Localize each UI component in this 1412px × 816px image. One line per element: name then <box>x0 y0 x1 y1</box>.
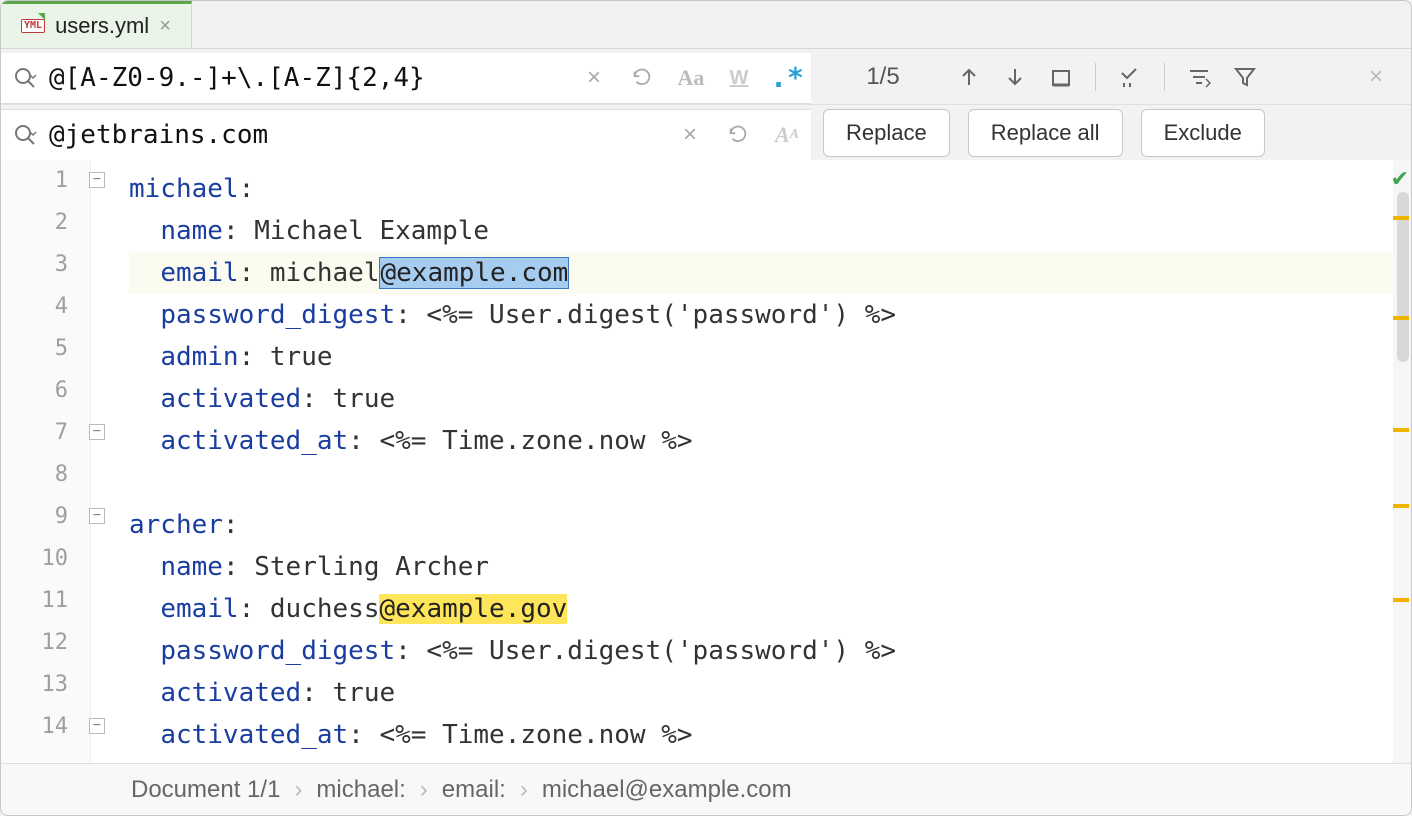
line-number: 7 <box>1 420 90 462</box>
tab-bar: YML users.yml × <box>1 1 1411 49</box>
match-marker[interactable] <box>1393 316 1409 320</box>
replace-all-button[interactable]: Replace all <box>968 109 1123 157</box>
filter-icon[interactable] <box>1225 57 1265 97</box>
code-line[interactable]: michael: <box>129 168 1411 210</box>
code-line[interactable]: name: Michael Example <box>129 210 1411 252</box>
line-number: 1 <box>1 168 90 210</box>
find-bar: × Aa W .* 1/5 × <box>1 49 1411 105</box>
code-line[interactable]: password_digest: <%= User.digest('passwo… <box>129 294 1411 336</box>
chevron-right-icon: › <box>520 776 528 804</box>
find-input[interactable] <box>49 53 571 103</box>
match-marker[interactable] <box>1393 504 1409 508</box>
code-line[interactable]: admin: true <box>129 336 1411 378</box>
yml-file-icon: YML <box>21 19 45 33</box>
line-number: 4 <box>1 294 90 336</box>
breadcrumb-item[interactable]: email: <box>442 776 506 804</box>
line-number: 9 <box>1 504 90 546</box>
chevron-right-icon: › <box>294 776 302 804</box>
editor-window: YML users.yml × × Aa W .* 1/5 <box>0 0 1412 816</box>
whole-word-icon[interactable]: W <box>715 53 763 103</box>
line-number: 3 <box>1 252 90 294</box>
search-history-icon[interactable] <box>618 53 666 103</box>
line-number: 8 <box>1 462 90 504</box>
breadcrumb-item[interactable]: michael@example.com <box>542 776 792 804</box>
breadcrumb-item[interactable]: michael: <box>316 776 405 804</box>
line-number: 12 <box>1 630 90 672</box>
find-toolbar: 1/5 × <box>811 49 1411 104</box>
close-tab-icon[interactable]: × <box>159 15 171 38</box>
line-number: 10 <box>1 546 90 588</box>
replace-input[interactable] <box>49 110 667 160</box>
inspection-ok-icon: ✔ <box>1391 166 1409 192</box>
regex-icon[interactable]: .* <box>763 53 811 103</box>
fold-handle[interactable]: − <box>89 508 105 524</box>
code-line[interactable]: archer: <box>129 504 1411 546</box>
chevron-right-icon: › <box>420 776 428 804</box>
fold-handle[interactable]: − <box>89 718 105 734</box>
code-line[interactable]: email: duchess@example.gov <box>129 588 1411 630</box>
line-number: 5 <box>1 336 90 378</box>
close-find-bar-icon[interactable]: × <box>1353 63 1399 91</box>
exclude-button[interactable]: Exclude <box>1141 109 1265 157</box>
clear-find-icon[interactable]: × <box>571 64 617 92</box>
line-number: 2 <box>1 210 90 252</box>
preserve-case-icon[interactable]: AA <box>763 110 811 160</box>
replace-search-icon <box>13 123 37 147</box>
match-case-icon[interactable]: Aa <box>667 53 715 103</box>
marker-bar: ✔ <box>1393 160 1411 763</box>
line-number: 13 <box>1 672 90 714</box>
replace-bar: × AA Replace Replace all Exclude <box>1 105 1411 160</box>
tab-users-yml[interactable]: YML users.yml × <box>1 1 192 48</box>
open-in-find-window-icon[interactable] <box>1110 57 1150 97</box>
code-line[interactable] <box>129 462 1411 504</box>
search-icon <box>13 66 37 90</box>
prev-match-icon[interactable] <box>949 57 989 97</box>
code-line[interactable]: activated_at: <%= Time.zone.now %> <box>129 714 1411 756</box>
line-number: 14 <box>1 714 90 756</box>
line-gutter: 1234567891011121314 <box>1 160 91 763</box>
replace-history-icon[interactable] <box>714 110 762 160</box>
match-marker[interactable] <box>1393 428 1409 432</box>
code-line[interactable]: email: michael@example.com <box>129 252 1411 294</box>
tab-filename: users.yml <box>55 13 149 39</box>
breadcrumb-bar: Document 1/1 › michael: › email: › micha… <box>1 763 1411 815</box>
result-counter: 1/5 <box>823 63 943 91</box>
code-line[interactable]: password_digest: <%= User.digest('passwo… <box>129 630 1411 672</box>
clear-replace-icon[interactable]: × <box>667 121 713 149</box>
filter-lines-icon[interactable] <box>1179 57 1219 97</box>
line-number: 11 <box>1 588 90 630</box>
code-area[interactable]: michael: name: Michael Example email: mi… <box>91 160 1411 763</box>
code-line[interactable]: activated: true <box>129 378 1411 420</box>
replace-button[interactable]: Replace <box>823 109 950 157</box>
line-number: 6 <box>1 378 90 420</box>
match-marker[interactable] <box>1393 216 1409 220</box>
breadcrumb-document[interactable]: Document 1/1 <box>131 776 280 804</box>
editor-area: 1234567891011121314 michael: name: Micha… <box>1 160 1411 763</box>
replace-field-wrap: × AA <box>1 109 811 160</box>
next-match-icon[interactable] <box>995 57 1035 97</box>
fold-handle[interactable]: − <box>89 172 105 188</box>
select-all-occurrences-icon[interactable] <box>1041 57 1081 97</box>
find-field-wrap: × Aa W .* <box>1 53 811 104</box>
code-line[interactable]: name: Sterling Archer <box>129 546 1411 588</box>
code-line[interactable]: activated_at: <%= Time.zone.now %> <box>129 420 1411 462</box>
match-marker[interactable] <box>1393 598 1409 602</box>
code-line[interactable]: activated: true <box>129 672 1411 714</box>
replace-toolbar: Replace Replace all Exclude <box>811 105 1411 160</box>
fold-handle[interactable]: − <box>89 424 105 440</box>
